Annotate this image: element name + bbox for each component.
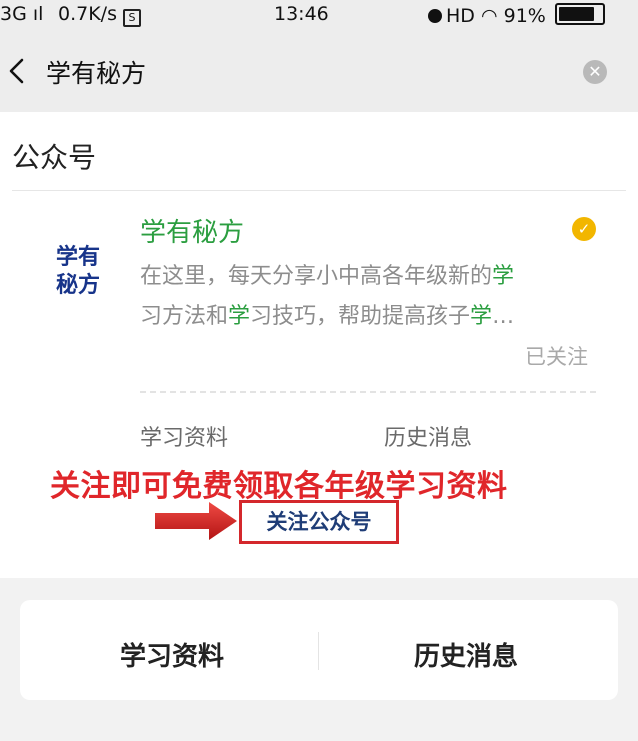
- signal-indicator: 3G ıl: [0, 3, 44, 25]
- desc-highlight: 学: [470, 304, 493, 329]
- sim-icon: S: [123, 9, 142, 27]
- status-bar: 3G ıl 0.7K/s S 13:46 HD ◠ 91%: [0, 0, 638, 30]
- dashed-divider: [140, 391, 596, 393]
- promo-banner-text: 关注即可免费领取各年级学习资料: [50, 469, 508, 504]
- desc-text: 习技巧，帮助提高孩子: [250, 304, 471, 329]
- desc-text: 在这里，每天分享小中高各年级新的: [140, 264, 493, 289]
- section-title: 公众号: [12, 141, 97, 174]
- account-description-line1: 在这里，每天分享小中高各年级新的学: [140, 258, 514, 290]
- account-description-line2: 习方法和学习技巧，帮助提高孩子学…: [140, 298, 514, 330]
- clock: 13:46: [274, 3, 329, 25]
- battery-fill: [558, 7, 594, 21]
- close-circle-icon[interactable]: ✕: [583, 60, 607, 84]
- divider: [12, 190, 626, 191]
- chevron-left-icon[interactable]: [4, 54, 30, 88]
- menu-item-history[interactable]: 历史消息: [384, 420, 472, 452]
- account-avatar[interactable]: 学有 秘方: [45, 213, 111, 309]
- desc-text: 习方法和: [140, 304, 229, 329]
- tab-divider: [318, 632, 319, 670]
- menu-item-materials[interactable]: 学习资料: [140, 420, 228, 452]
- wifi-icon: ◠: [480, 5, 498, 27]
- followed-status: 已关注: [525, 345, 588, 369]
- bottom-tab-materials[interactable]: 学习资料: [120, 636, 224, 673]
- logo-text-line2: 秘方: [55, 273, 100, 298]
- network-speed: 0.7K/s S: [58, 3, 142, 27]
- alarm-icon: [428, 9, 442, 23]
- hd-label: HD: [446, 5, 475, 27]
- bottom-tab-history[interactable]: 历史消息: [414, 636, 518, 673]
- status-right: HD ◠ 91%: [428, 3, 605, 27]
- battery-icon: [554, 3, 605, 25]
- signal-bars-icon: ıl: [26, 3, 44, 25]
- search-query-text[interactable]: 学有秘方: [46, 54, 146, 90]
- account-name[interactable]: 学有秘方: [140, 212, 244, 249]
- desc-highlight: 学: [492, 264, 515, 289]
- follow-account-button[interactable]: 关注公众号: [239, 500, 399, 544]
- bottom-menu-bar: [20, 600, 618, 700]
- verified-check-icon: ✓: [572, 217, 596, 241]
- red-arrow-icon: [155, 502, 237, 540]
- desc-highlight: 学: [228, 304, 251, 329]
- desc-ellipsis: …: [492, 304, 515, 329]
- battery-text: 91%: [503, 5, 546, 27]
